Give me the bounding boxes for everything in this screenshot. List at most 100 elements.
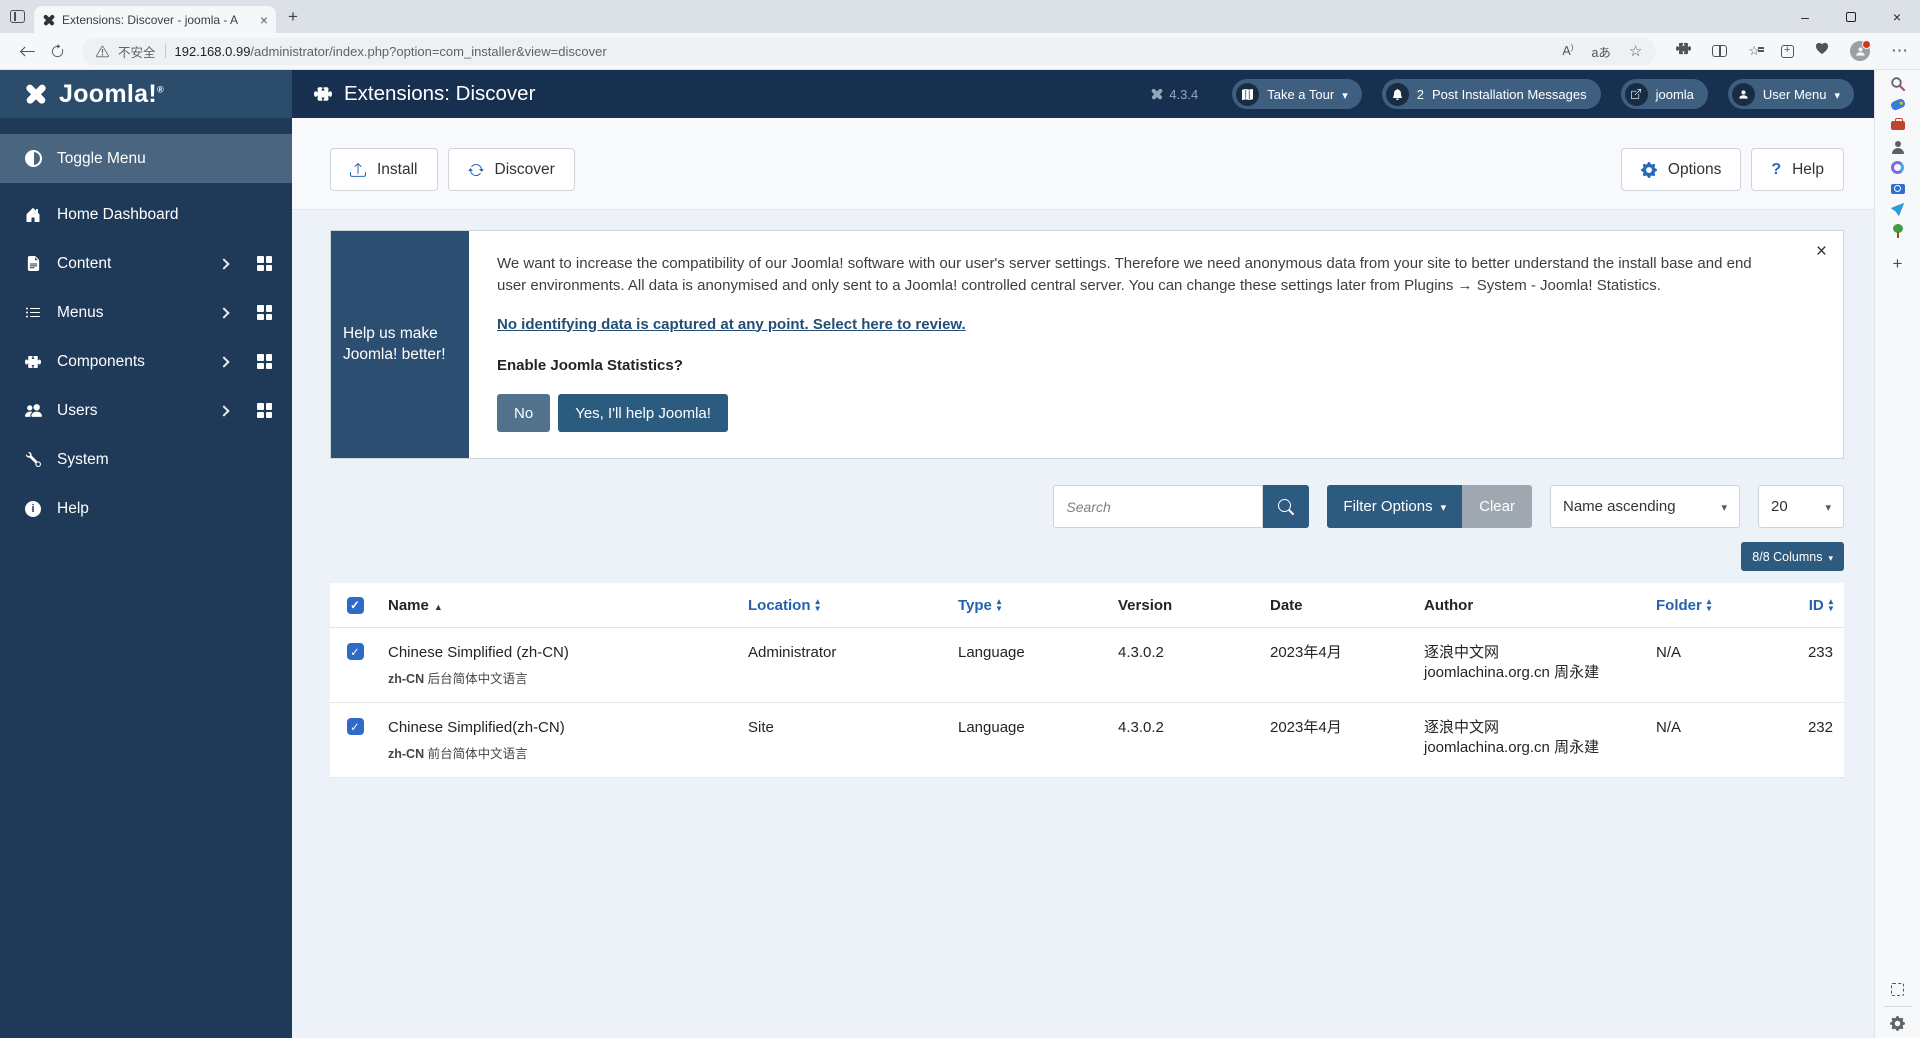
statistics-yes-button[interactable]: Yes, I'll help Joomla! (558, 394, 728, 432)
options-button[interactable]: Options (1621, 148, 1741, 191)
sort-select[interactable]: Name ascending (1550, 485, 1740, 528)
row-checkbox[interactable] (347, 643, 364, 660)
new-tab-button[interactable]: + (288, 8, 298, 25)
search-input[interactable] (1053, 485, 1263, 528)
split-screen-icon[interactable] (1712, 45, 1727, 57)
post-installation-messages-button[interactable]: 2 Post Installation Messages (1382, 79, 1601, 109)
favorites-icon[interactable] (1748, 43, 1760, 59)
extension-name: Chinese Simplified(zh-CN) (388, 718, 740, 738)
sidebar-divider (1884, 1006, 1912, 1007)
maximize-button[interactable] (1828, 0, 1874, 33)
browser-essentials-icon[interactable] (1815, 42, 1829, 61)
address-bar[interactable]: 不安全 192.168.0.99/administrator/index.php… (82, 38, 1656, 65)
sidebar-item-toggle-menu[interactable]: Toggle Menu (0, 134, 292, 183)
column-header-type[interactable]: Type (950, 597, 1110, 614)
sidebar-item-menus[interactable]: Menus (0, 288, 292, 337)
tab-actions-icon (10, 10, 25, 23)
caret-down-icon (1342, 87, 1348, 102)
extensions-icon[interactable] (1676, 41, 1691, 61)
read-aloud-icon[interactable]: A) (1562, 43, 1573, 58)
tab-strip: Extensions: Discover - joomla - A + – × (0, 0, 1920, 33)
sidebar-search-icon[interactable] (1889, 75, 1906, 92)
sidebar-add-icon[interactable] (1889, 255, 1906, 272)
users-icon (24, 402, 42, 419)
install-button[interactable]: Install (330, 148, 438, 191)
discover-button[interactable]: Discover (448, 148, 575, 191)
sidebar-item-system[interactable]: System (0, 435, 292, 484)
select-all-checkbox[interactable] (347, 597, 364, 614)
statistics-no-button[interactable]: No (497, 394, 550, 432)
profile-avatar[interactable] (1850, 41, 1870, 61)
column-header-id[interactable]: ID (1790, 597, 1844, 614)
dashboard-grid-icon[interactable] (257, 403, 272, 418)
sidebar-item-content[interactable]: Content (0, 239, 292, 288)
puzzle-icon (24, 354, 42, 370)
sidebar-item-components[interactable]: Components (0, 337, 292, 386)
browser-chrome: Extensions: Discover - joomla - A + – × … (0, 0, 1920, 70)
minimize-button[interactable]: – (1782, 0, 1828, 33)
sidebar-outlook-icon[interactable] (1889, 180, 1906, 197)
column-header-folder[interactable]: Folder (1648, 597, 1790, 614)
file-icon (24, 256, 42, 271)
chevron-right-icon[interactable] (218, 405, 229, 416)
search-button[interactable] (1263, 485, 1309, 528)
joomla-version: 4.3.4 (1150, 87, 1198, 102)
dashboard-grid-icon[interactable] (257, 256, 272, 271)
dashboard-grid-icon[interactable] (257, 354, 272, 369)
admin-header: Extensions: Discover 4.3.4 Take a Tour 2… (292, 70, 1874, 118)
table-row: Chinese Simplified (zh-CN) zh-CN 后台简体中文语… (330, 628, 1844, 703)
sidebar-shopping-icon[interactable] (1889, 96, 1906, 113)
chevron-right-icon[interactable] (218, 258, 229, 269)
refresh-button[interactable] (42, 44, 72, 59)
brand-wordmark: Joomla!® (59, 80, 164, 109)
extension-date: 2023年4月 (1262, 718, 1416, 738)
not-secure-warning-icon (96, 45, 109, 58)
take-a-tour-button[interactable]: Take a Tour (1232, 79, 1362, 109)
sidebar-tree-icon[interactable] (1889, 222, 1906, 239)
table-header-row: Name Location Type Version Date Author F… (330, 583, 1844, 628)
url-host: 192.168.0.99 (175, 44, 251, 59)
panel-close-icon[interactable] (1816, 241, 1827, 263)
collections-icon[interactable] (1781, 45, 1794, 58)
favorite-star-icon[interactable] (1629, 42, 1642, 61)
extension-location: Administrator (740, 643, 950, 663)
sidebar-games-icon[interactable] (1889, 138, 1906, 155)
back-button[interactable] (12, 43, 42, 60)
sidebar-loop-icon[interactable] (1889, 159, 1906, 176)
caret-down-icon (1703, 498, 1727, 515)
preview-site-button[interactable]: joomla (1621, 79, 1708, 109)
tab-actions-button[interactable] (0, 10, 34, 23)
chevron-right-icon[interactable] (218, 307, 229, 318)
column-header-location[interactable]: Location (740, 597, 950, 614)
limit-select[interactable]: 20 (1758, 485, 1844, 528)
browser-menu-icon[interactable] (1891, 41, 1908, 61)
filter-options-button[interactable]: Filter Options (1327, 485, 1462, 528)
close-button[interactable]: × (1874, 0, 1920, 33)
translate-icon[interactable]: aあ (1591, 42, 1610, 61)
toolbar-icons (1676, 41, 1908, 61)
question-mark-icon (1771, 161, 1781, 179)
columns-button[interactable]: 8/8 Columns (1741, 542, 1844, 571)
joomla-sidebar: Joomla!® Toggle Menu Home Dashboard Cont… (0, 70, 292, 1038)
statistics-review-link[interactable]: No identifying data is captured at any p… (497, 314, 966, 336)
clear-button[interactable]: Clear (1462, 485, 1532, 528)
sidebar-tools-icon[interactable] (1889, 117, 1906, 134)
sidebar-item-help[interactable]: Help (0, 484, 292, 533)
sidebar-item-users[interactable]: Users (0, 386, 292, 435)
help-button[interactable]: Help (1751, 148, 1844, 191)
sort-both-icon (997, 598, 1001, 612)
browser-tab[interactable]: Extensions: Discover - joomla - A (34, 6, 276, 33)
user-menu-button[interactable]: User Menu (1728, 79, 1854, 109)
dashboard-grid-icon[interactable] (257, 305, 272, 320)
screenshot-icon[interactable] (1889, 981, 1906, 998)
extension-location: Site (740, 718, 950, 738)
tab-close-icon[interactable] (260, 13, 268, 27)
joomla-version-icon (1150, 88, 1163, 101)
sidebar-drop-icon[interactable] (1889, 201, 1906, 218)
chevron-right-icon[interactable] (218, 356, 229, 367)
sidebar-item-home-dashboard[interactable]: Home Dashboard (0, 190, 292, 239)
sidebar-settings-icon[interactable] (1889, 1015, 1906, 1032)
extension-version: 4.3.0.2 (1110, 643, 1262, 663)
row-checkbox[interactable] (347, 718, 364, 735)
column-header-name[interactable]: Name (380, 597, 740, 614)
